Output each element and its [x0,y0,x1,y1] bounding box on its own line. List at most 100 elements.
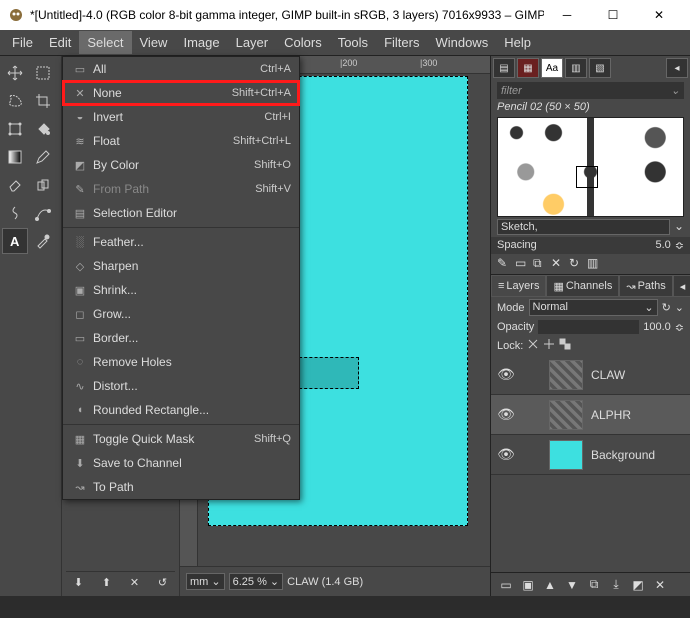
text-selection-box[interactable] [299,357,359,389]
gradient-tool[interactable] [2,144,28,170]
tab-menu-icon[interactable]: ◂ [666,58,688,78]
transform-tool[interactable] [2,116,28,142]
layer-item-background[interactable]: 👁 Background [491,435,690,475]
refresh-brush-icon[interactable]: ↻ [569,256,585,272]
select-menu-distort-[interactable]: ∿Distort... [63,374,299,398]
restore-preset-icon[interactable]: ⬆ [102,576,111,589]
delete-preset-icon[interactable]: ✕ [130,576,139,589]
delete-layer-icon[interactable]: ✕ [651,576,669,594]
mode-switch-icon[interactable]: ↻ [662,301,671,314]
mask-layer-icon[interactable]: ◩ [629,576,647,594]
dup-layer-icon[interactable]: ⧉ [585,576,603,594]
lower-layer-icon[interactable]: ▼ [563,576,581,594]
layers-tab[interactable]: ≡Layers [491,275,546,297]
selected-brush[interactable] [576,166,598,188]
new-group-icon[interactable]: ▣ [519,576,537,594]
clone-tool[interactable] [30,172,56,198]
select-menu-grow-[interactable]: ◻Grow... [63,302,299,326]
rect-select-tool[interactable] [30,60,56,86]
brush-grid[interactable] [497,117,684,217]
brush-preset-select[interactable]: Sketch, [497,219,670,235]
select-menu-by-color[interactable]: ◩By ColorShift+O [63,153,299,177]
mode-select[interactable]: Normal⌄ [529,299,658,316]
crop-tool[interactable] [30,88,56,114]
minimize-button[interactable]: ─ [544,0,590,30]
menu-colors[interactable]: Colors [276,31,330,54]
save-preset-icon[interactable]: ⬇ [74,576,83,589]
opacity-value[interactable]: 100.0 [643,321,671,333]
opacity-stepper[interactable]: ≎ [675,321,684,334]
visibility-eye-icon[interactable]: 👁 [497,446,515,463]
select-menu-shrink-[interactable]: ▣Shrink... [63,278,299,302]
select-menu-none[interactable]: ✕NoneShift+Ctrl+A [63,81,299,105]
select-menu-feather-[interactable]: ░Feather... [63,230,299,254]
select-menu-all[interactable]: ▭AllCtrl+A [63,57,299,81]
brush-filter-chevron-icon[interactable]: ⌄ [671,84,680,97]
select-menu-toggle-quick-mask[interactable]: ▦Toggle Quick MaskShift+Q [63,427,299,451]
channels-tab[interactable]: ▦Channels [546,275,619,297]
zoom-select[interactable]: 6.25 % ⌄ [229,573,284,590]
menu-help[interactable]: Help [496,31,539,54]
select-menu-rounded-rectangle-[interactable]: ◖Rounded Rectangle... [63,398,299,422]
patterns-tab[interactable]: ▦ [517,58,539,78]
menu-filters[interactable]: Filters [376,31,427,54]
menu-tools[interactable]: Tools [330,31,376,54]
select-menu-float[interactable]: ≋FloatShift+Ctrl+L [63,129,299,153]
reset-icon[interactable]: ↺ [158,576,167,589]
select-menu-to-path[interactable]: ↝To Path [63,475,299,499]
menu-edit[interactable]: Edit [41,31,79,54]
mode-chevron-icon[interactable]: ⌄ [675,301,684,314]
open-brush-icon[interactable]: ▥ [587,256,603,272]
menu-layer[interactable]: Layer [228,31,277,54]
spacing-value[interactable]: 5.0 [541,239,671,252]
brushes-tab[interactable]: ▤ [493,58,515,78]
lock-alpha-icon[interactable] [559,338,571,353]
visibility-eye-icon[interactable]: 👁 [497,366,515,383]
dup-brush-icon[interactable]: ⧉ [533,256,549,272]
maximize-button[interactable]: ☐ [590,0,636,30]
select-menu-remove-holes[interactable]: ◌Remove Holes [63,350,299,374]
menu-image[interactable]: Image [175,31,227,54]
select-menu-save-to-channel[interactable]: ⬇Save to Channel [63,451,299,475]
layer-item-claw[interactable]: 👁 CLAW [491,355,690,395]
smudge-tool[interactable] [2,200,28,226]
document-tab[interactable]: ▧ [589,58,611,78]
menu-view[interactable]: View [132,31,176,54]
layer-name[interactable]: Background [591,448,655,462]
lock-position-icon[interactable] [543,338,555,353]
edit-brush-icon[interactable]: ✎ [497,256,513,272]
menu-file[interactable]: File [4,31,41,54]
eraser-tool[interactable] [2,172,28,198]
visibility-eye-icon[interactable]: 👁 [497,406,515,423]
menu-select[interactable]: Select [79,31,131,54]
select-menu-border-[interactable]: ▭Border... [63,326,299,350]
menu-windows[interactable]: Windows [427,31,496,54]
layer-name[interactable]: ALPHR [591,408,631,422]
path-tool[interactable] [30,200,56,226]
select-menu-selection-editor[interactable]: ▤Selection Editor [63,201,299,225]
new-layer-icon[interactable]: ▭ [497,576,515,594]
pencil-tool[interactable] [30,144,56,170]
layer-item-alphr[interactable]: 👁 ALPHR [491,395,690,435]
opacity-slider[interactable] [538,320,639,334]
chevron-down-icon[interactable]: ⌄ [674,219,684,235]
new-brush-icon[interactable]: ▭ [515,256,531,272]
select-menu-invert[interactable]: ◒InvertCtrl+I [63,105,299,129]
brush-filter-input[interactable]: filter [501,85,671,97]
unit-select[interactable]: mm ⌄ [186,573,225,590]
del-brush-icon[interactable]: ✕ [551,256,567,272]
raise-layer-icon[interactable]: ▲ [541,576,559,594]
layer-name[interactable]: CLAW [591,368,625,382]
merge-layer-icon[interactable]: ⤓ [607,576,625,594]
history-tab[interactable]: ▥ [565,58,587,78]
fonts-tab[interactable]: Aa [541,58,563,78]
bucket-tool[interactable] [30,116,56,142]
paths-tab[interactable]: ↝Paths [619,275,672,297]
free-select-tool[interactable] [2,88,28,114]
select-menu-sharpen[interactable]: ◇Sharpen [63,254,299,278]
lock-pixels-icon[interactable] [527,338,539,353]
layer-tab-menu-icon[interactable]: ◂ [673,275,690,297]
spacing-stepper[interactable]: ≎ [675,239,684,252]
color-picker-tool[interactable] [30,228,56,254]
text-tool[interactable]: A [2,228,28,254]
